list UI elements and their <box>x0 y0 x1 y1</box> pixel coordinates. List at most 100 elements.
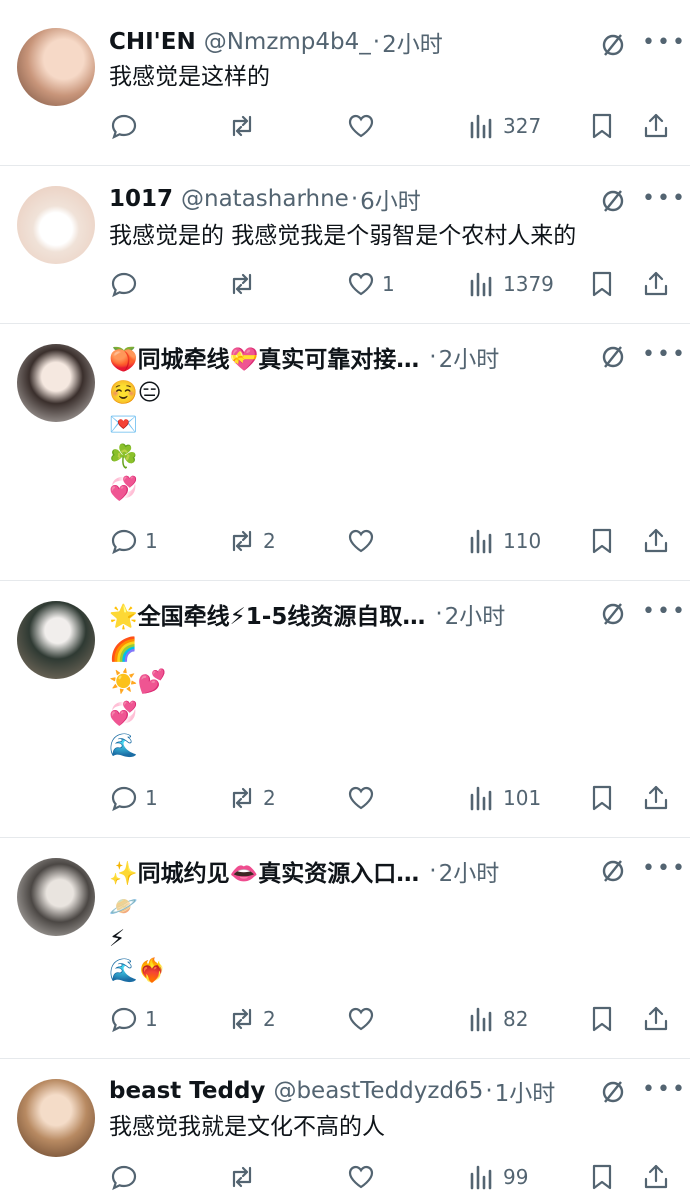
share-icon <box>644 528 668 553</box>
more-icon[interactable]: ••• <box>642 30 685 56</box>
timestamp[interactable]: 2小时 <box>445 597 506 631</box>
grok-icon[interactable] <box>600 858 626 884</box>
display-name[interactable]: ✨同城约见👄真实资源入口… <box>109 854 419 888</box>
like-button[interactable]: 1 <box>346 266 395 302</box>
like-button[interactable] <box>346 1159 382 1195</box>
tweet[interactable]: ✨同城约见👄真实资源入口… · 2小时 ••• 🪐 ⚡ 🌊❤️‍🔥 1 2 <box>0 838 690 1059</box>
separator-dot: · <box>372 29 381 55</box>
tweet[interactable]: 🍑同城牵线💝真实可靠对接… · 2小时 ••• ☺️😑 💌 ☘️ 💞 1 2 1… <box>0 324 690 581</box>
reply-icon <box>111 1165 137 1191</box>
tweet[interactable]: beast Teddy @beastTeddyzd65 · 1小时 ••• 我感… <box>0 1059 690 1200</box>
bookmark-button[interactable] <box>587 266 617 302</box>
retweet-count: 2 <box>263 529 276 553</box>
views-button[interactable]: 1379 <box>467 266 554 302</box>
views-button[interactable]: 327 <box>467 108 541 144</box>
bookmark-button[interactable] <box>587 1159 617 1195</box>
avatar[interactable] <box>17 28 95 106</box>
tweet-text-line: ☘️ <box>109 444 138 470</box>
timestamp[interactable]: 1小时 <box>495 1074 556 1108</box>
share-button[interactable] <box>641 523 671 559</box>
tweet[interactable]: 🌟全国牵线⚡1-5线资源自取… · 2小时 ••• 🌈 ☀️💕 💞 🌊 1 2 <box>0 581 690 838</box>
tweet-header: beast Teddy @beastTeddyzd65 · 1小时 <box>109 1075 555 1107</box>
bookmark-button[interactable] <box>587 1001 617 1037</box>
bookmark-icon <box>592 785 612 811</box>
grok-icon[interactable] <box>600 601 626 627</box>
tweet-text: 🪐 ⚡ 🌊❤️‍🔥 <box>109 891 166 987</box>
like-button[interactable] <box>346 780 382 816</box>
bookmark-button[interactable] <box>587 523 617 559</box>
grok-icon[interactable] <box>600 188 626 214</box>
retweet-button[interactable]: 2 <box>227 1001 276 1037</box>
like-count: 1 <box>382 272 395 296</box>
share-icon <box>644 1006 668 1031</box>
retweet-button[interactable] <box>227 108 263 144</box>
views-button[interactable]: 110 <box>467 523 541 559</box>
retweet-button[interactable]: 2 <box>227 780 276 816</box>
tweet[interactable]: 1017 @natasharhne · 6小时 ••• 我感觉是的 我感觉我是个… <box>0 166 690 324</box>
view-count: 327 <box>503 114 542 138</box>
share-button[interactable] <box>641 108 671 144</box>
timestamp[interactable]: 2小时 <box>382 25 443 59</box>
retweet-button[interactable] <box>227 266 263 302</box>
reply-count: 1 <box>145 1007 158 1031</box>
more-icon[interactable]: ••• <box>642 1077 685 1103</box>
share-button[interactable] <box>641 780 671 816</box>
share-button[interactable] <box>641 266 671 302</box>
separator-dot: · <box>435 601 443 627</box>
reply-button[interactable]: 1 <box>109 780 158 816</box>
tweet[interactable]: CHI'EN @Nmzmp4b4_ · 2小时 ••• 我感觉是这样的 327 <box>0 0 690 166</box>
reply-count: 1 <box>145 786 158 810</box>
avatar[interactable] <box>17 858 95 936</box>
user-handle[interactable]: @natasharhne <box>181 186 349 212</box>
tweet-text-line: 💌 <box>109 412 138 438</box>
views-icon <box>470 114 492 139</box>
grok-icon[interactable] <box>600 32 626 58</box>
avatar[interactable] <box>17 344 95 422</box>
timestamp[interactable]: 6小时 <box>360 182 421 216</box>
more-icon[interactable]: ••• <box>642 342 685 368</box>
like-button[interactable] <box>346 108 382 144</box>
views-button[interactable]: 82 <box>467 1001 528 1037</box>
display-name[interactable]: beast Teddy <box>109 1078 265 1104</box>
like-icon <box>348 114 374 138</box>
bookmark-button[interactable] <box>587 108 617 144</box>
user-handle[interactable]: @Nmzmp4b4_ <box>204 29 371 55</box>
display-name[interactable]: CHI'EN <box>109 29 196 55</box>
more-icon[interactable]: ••• <box>642 599 685 625</box>
avatar[interactable] <box>17 1079 95 1157</box>
views-button[interactable]: 101 <box>467 780 541 816</box>
reply-button[interactable] <box>109 1159 145 1195</box>
tweet-text: 我感觉我就是文化不高的人 <box>109 1111 385 1143</box>
tweet-header: CHI'EN @Nmzmp4b4_ · 2小时 <box>109 26 443 58</box>
timestamp[interactable]: 2小时 <box>439 340 500 374</box>
more-icon[interactable]: ••• <box>642 186 685 212</box>
reply-icon <box>111 786 137 812</box>
avatar[interactable] <box>17 186 95 264</box>
display-name[interactable]: 🌟全国牵线⚡1-5线资源自取… <box>109 597 425 631</box>
grok-icon[interactable] <box>600 344 626 370</box>
user-handle[interactable]: @beastTeddyzd65 <box>273 1078 483 1104</box>
tweet-text-line: ⚡ <box>109 926 126 952</box>
action-bar: 1 2 101 <box>0 780 690 816</box>
reply-button[interactable]: 1 <box>109 523 158 559</box>
like-button[interactable] <box>346 1001 382 1037</box>
display-name[interactable]: 🍑同城牵线💝真实可靠对接… <box>109 340 419 374</box>
timestamp[interactable]: 2小时 <box>439 854 500 888</box>
bookmark-button[interactable] <box>587 780 617 816</box>
share-button[interactable] <box>641 1159 671 1195</box>
share-icon <box>644 271 668 296</box>
reply-button[interactable] <box>109 266 145 302</box>
avatar[interactable] <box>17 601 95 679</box>
retweet-button[interactable]: 2 <box>227 523 276 559</box>
views-icon <box>470 1007 492 1032</box>
like-button[interactable] <box>346 523 382 559</box>
more-icon[interactable]: ••• <box>642 856 685 882</box>
like-icon <box>348 786 374 810</box>
grok-icon[interactable] <box>600 1079 626 1105</box>
views-button[interactable]: 99 <box>467 1159 528 1195</box>
reply-button[interactable]: 1 <box>109 1001 158 1037</box>
share-button[interactable] <box>641 1001 671 1037</box>
reply-button[interactable] <box>109 108 145 144</box>
display-name[interactable]: 1017 <box>109 186 173 212</box>
retweet-button[interactable] <box>227 1159 263 1195</box>
